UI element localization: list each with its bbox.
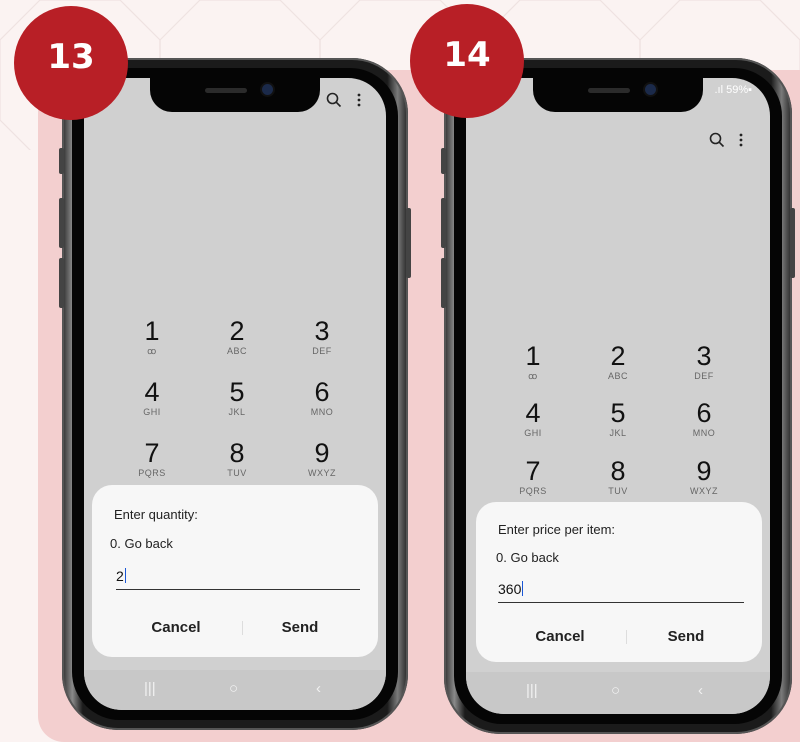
more-vert-icon[interactable]	[356, 92, 362, 113]
camera-icon	[645, 84, 656, 95]
voicemail-icon: ꝏ	[528, 371, 538, 381]
key-6[interactable]: 6 MNO	[674, 400, 734, 439]
back-icon[interactable]: ‹	[698, 682, 703, 699]
phone-step-13: 1ꝏ 2 ABC 3 DEF 4 GHI 5 JKL 6 MNO 7 PQRS 8 TUV 9…	[59, 58, 411, 730]
key-5[interactable]: 5 JKL	[588, 400, 648, 439]
cancel-button[interactable]: Cancel	[116, 619, 236, 636]
step-badge-13: 13	[14, 6, 128, 120]
phone-step-14: ▣ ◎ .ıl 59%▪ 1ꝏ 2ABC 3DEF 4GHI 5JKL 6MNO…	[441, 58, 795, 734]
side-button	[441, 198, 446, 248]
key-9[interactable]: 9 WXYZ	[292, 440, 352, 479]
side-button	[59, 258, 64, 308]
key-4[interactable]: 4 GHI	[503, 400, 563, 439]
key-2[interactable]: 2 ABC	[207, 318, 267, 357]
dialog-option: 0. Go back	[110, 536, 173, 551]
camera-icon	[262, 84, 273, 95]
ussd-dialog: Enter quantity: 0. Go back 2 Cancel Send	[92, 485, 378, 657]
voicemail-icon: ꝏ	[147, 346, 157, 356]
phone-screen: ▣ ◎ .ıl 59%▪ 1ꝏ 2ABC 3DEF 4GHI 5JKL 6MNO…	[466, 78, 770, 714]
back-icon[interactable]: ‹	[316, 680, 321, 697]
side-button	[406, 208, 411, 278]
home-icon[interactable]: ○	[611, 682, 620, 699]
key-1[interactable]: 1ꝏ	[503, 343, 563, 382]
search-icon[interactable]	[709, 132, 725, 153]
navigation-bar: ||| ○ ‹	[466, 672, 770, 714]
status-icons-right: .ıl 59%▪	[714, 84, 752, 96]
key-8[interactable]: 8 TUV	[588, 458, 648, 497]
recents-icon[interactable]: |||	[144, 680, 156, 697]
recents-icon[interactable]: |||	[526, 682, 538, 699]
key-3[interactable]: 3 DEF	[292, 318, 352, 357]
side-button	[59, 148, 64, 174]
notch	[150, 78, 320, 112]
cancel-button[interactable]: Cancel	[500, 628, 620, 645]
step-badge-14: 14	[410, 4, 524, 118]
side-button	[790, 208, 795, 278]
key-1[interactable]: 1ꝏ	[122, 318, 182, 357]
key-3[interactable]: 3 DEF	[674, 343, 734, 382]
notch	[533, 78, 703, 112]
side-button	[441, 148, 446, 174]
phone-screen: 1ꝏ 2 ABC 3 DEF 4 GHI 5 JKL 6 MNO 7 PQRS 8 TUV 9…	[84, 78, 386, 710]
key-4[interactable]: 4 GHI	[122, 379, 182, 418]
dialog-prompt: Enter quantity:	[114, 507, 198, 522]
key-7[interactable]: 7 PQRS	[122, 440, 182, 479]
dialog-prompt: Enter price per item:	[498, 522, 616, 537]
key-2[interactable]: 2 ABC	[588, 343, 648, 382]
send-button[interactable]: Send	[626, 628, 746, 645]
key-6[interactable]: 6 MNO	[292, 379, 352, 418]
send-button[interactable]: Send	[240, 619, 360, 636]
key-7[interactable]: 7 PQRS	[503, 458, 563, 497]
dialog-input[interactable]: 360	[498, 581, 744, 603]
key-5[interactable]: 5 JKL	[207, 379, 267, 418]
dialog-input[interactable]: 2	[116, 568, 360, 590]
key-9[interactable]: 9 WXYZ	[674, 458, 734, 497]
navigation-bar: ||| ○ ‹	[84, 670, 386, 710]
side-button	[441, 258, 446, 308]
more-vert-icon[interactable]	[738, 132, 744, 153]
side-button	[59, 198, 64, 248]
dialog-option: 0. Go back	[496, 550, 559, 565]
home-icon[interactable]: ○	[229, 680, 238, 697]
ussd-dialog: Enter price per item: 0. Go back 360 Can…	[476, 502, 762, 662]
search-icon[interactable]	[326, 92, 342, 113]
key-8[interactable]: 8 TUV	[207, 440, 267, 479]
